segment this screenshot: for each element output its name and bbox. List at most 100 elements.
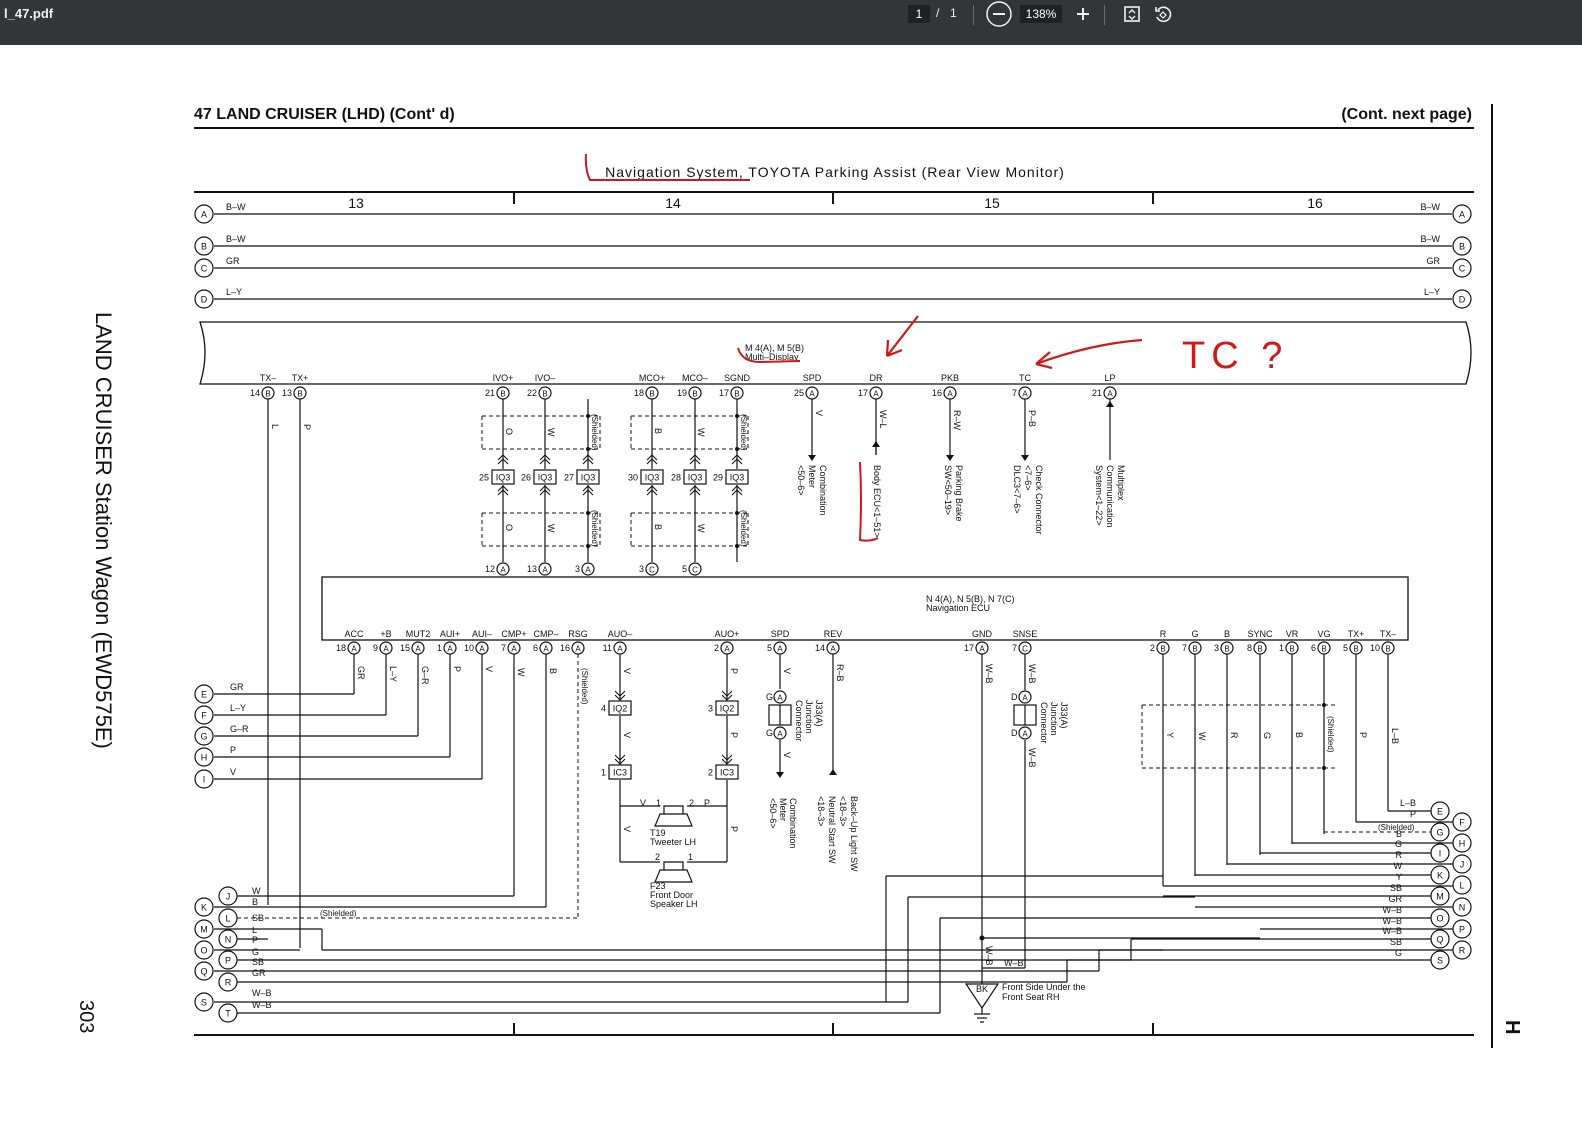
wire-color-label: SB xyxy=(1390,883,1402,893)
nav-top-pin-number: 12 xyxy=(485,564,495,574)
nav-bottom-pin-number: 7 xyxy=(501,643,506,653)
wire-color-label: O xyxy=(504,524,514,531)
wire-terminal-H-right-letter: H xyxy=(1459,839,1466,849)
wire-color-label: L–Y xyxy=(230,703,246,713)
ground-code: BK xyxy=(976,984,988,994)
nav-bottom-pin-number: 14 xyxy=(815,643,825,653)
zoom-level[interactable]: 138% xyxy=(1020,5,1062,23)
wire-terminal-E-left-letter: E xyxy=(201,690,207,700)
wire-color-label: P xyxy=(252,935,258,945)
wire-terminal-M-left-letter: M xyxy=(200,925,208,935)
nav-bottom-pin-number: 9 xyxy=(373,643,378,653)
ground-label: Front Side Under the xyxy=(1002,982,1086,992)
nav-bottom-pin-ACC-letter: A xyxy=(351,645,357,654)
destination-label: SW<50–19> xyxy=(943,465,953,515)
wire-color-label: R–W xyxy=(952,410,962,431)
wire-color-label: W–B xyxy=(252,988,272,998)
wire-color-label: B xyxy=(653,428,663,434)
nav-bottom-pin-number: 7 xyxy=(1012,643,1017,653)
system-title: Navigation System, TOYOTA Parking Assist… xyxy=(605,164,1065,180)
splice-dot xyxy=(1322,703,1326,707)
nav-bottom-pin-name: SYNC xyxy=(1247,629,1273,639)
wire-color-label: G–R xyxy=(230,724,249,734)
shielded-label: (Shielded) xyxy=(590,414,599,451)
wire-color-label: V xyxy=(782,752,792,758)
fit-page-button[interactable] xyxy=(1118,1,1146,27)
wire-terminal-I-left-letter: I xyxy=(203,775,206,785)
nav-top-pin-number: 3 xyxy=(575,564,580,574)
nav-top-pin-number: 3 xyxy=(639,564,644,574)
shielded-label: (Shielded) xyxy=(1326,716,1335,753)
multi-display-pin-number: 25 xyxy=(794,388,804,398)
shielded-label: (Shielded) xyxy=(739,414,748,451)
destination-label: Check Connector xyxy=(1034,465,1044,535)
wire-color-label: P xyxy=(729,668,739,674)
page-number: 303 xyxy=(75,1000,97,1033)
wire-color-label: P xyxy=(302,424,312,430)
junction-pin-name: D xyxy=(1011,692,1018,702)
shielded-label: (Shielded) xyxy=(580,668,589,705)
wire-terminal-S-right-letter: S xyxy=(1437,956,1443,966)
wire-color-label: W xyxy=(696,524,706,533)
junction-pin-name: G xyxy=(766,692,773,702)
multi-display-pin-MCO+-letter: B xyxy=(649,390,654,399)
wire-color-label: V xyxy=(484,666,494,672)
wire-color-label: P xyxy=(452,666,462,672)
wire-color-label: G–R xyxy=(420,666,430,685)
nav-bottom-pin-MUT2-letter: A xyxy=(415,645,421,654)
nav-top-pin-MIC–-letter: C xyxy=(692,566,698,575)
wire-color-label: V xyxy=(622,732,632,738)
multi-display-pin-name: TC xyxy=(1019,373,1031,383)
multi-display-pin-number: 21 xyxy=(485,388,495,398)
pdf-toolbar: l_47.pdf 1 / 1 138% xyxy=(0,0,1582,45)
junction-pin-name: G xyxy=(766,728,773,738)
wire-terminal-O-right-letter: O xyxy=(1436,914,1443,924)
destination-label: System<1–22> xyxy=(1094,465,1104,526)
nav-bottom-pin-AUI+-letter: A xyxy=(447,645,453,654)
splice-dot xyxy=(586,544,590,548)
splice-dot xyxy=(586,414,590,418)
nav-bottom-pin-VR-letter: B xyxy=(1289,645,1294,654)
junction-connector-label: Junction xyxy=(1049,702,1059,736)
wire-terminal-Q-right-letter: Q xyxy=(1436,935,1443,945)
destination-label: <50–6> xyxy=(796,465,806,496)
document-filename: l_47.pdf xyxy=(4,6,54,21)
wire-color-label: W xyxy=(516,668,526,677)
nav-bottom-pin-number: 15 xyxy=(400,643,410,653)
wire-color-label: SB xyxy=(252,913,264,923)
multi-display-pin-name: SPD xyxy=(803,373,822,383)
nav-bottom-pin-+B-letter: A xyxy=(383,645,389,654)
wire-color-label: B xyxy=(1396,829,1402,839)
wire-color-label: P xyxy=(729,732,739,738)
multi-display-pin-SGND-letter: B xyxy=(734,390,739,399)
multi-display-pin-name: TX– xyxy=(260,373,277,383)
nav-bottom-pin-number: 2 xyxy=(714,643,719,653)
rotate-button[interactable] xyxy=(1149,1,1177,27)
nav-bottom-pin-RSG-letter: A xyxy=(575,645,581,654)
nav-bottom-pin-number: 1 xyxy=(1279,643,1284,653)
page-number-input[interactable]: 1 xyxy=(908,5,930,23)
zoom-out-button[interactable] xyxy=(985,1,1013,27)
zoom-in-button[interactable] xyxy=(1069,1,1097,27)
wire-color-label: SB xyxy=(252,957,264,967)
nav-top-pin-SLD1-letter: A xyxy=(585,566,591,575)
ic3-junction-pin: 2 xyxy=(708,768,713,778)
speaker-pin: 2 xyxy=(655,852,660,862)
wire-terminal-G-right-letter: G xyxy=(1436,828,1443,838)
wire-terminal-F-left-letter: F xyxy=(201,711,207,721)
wire-color-label: W xyxy=(1197,732,1207,741)
iq3-junction-pin: 28 xyxy=(671,473,681,483)
wire-color-label: W xyxy=(1394,861,1403,871)
wire-color-label: GR xyxy=(252,968,266,978)
wire-color-label: B–W xyxy=(226,202,246,212)
iq3-junction-label: IQ3 xyxy=(688,473,703,483)
shielded-label: (Shielded) xyxy=(739,510,748,547)
wire-terminal-K-right-letter: K xyxy=(1437,871,1443,881)
nav-bottom-pin-number: 17 xyxy=(964,643,974,653)
column-number-14: 14 xyxy=(665,195,681,211)
destination-label: Meter xyxy=(778,798,788,821)
destination-label: Neutral Start SW xyxy=(827,796,837,864)
iq2-junction-pin: 4 xyxy=(601,704,606,714)
tc-annotation-text: TC ? xyxy=(1182,335,1288,377)
wire-color-label: V xyxy=(640,798,646,808)
